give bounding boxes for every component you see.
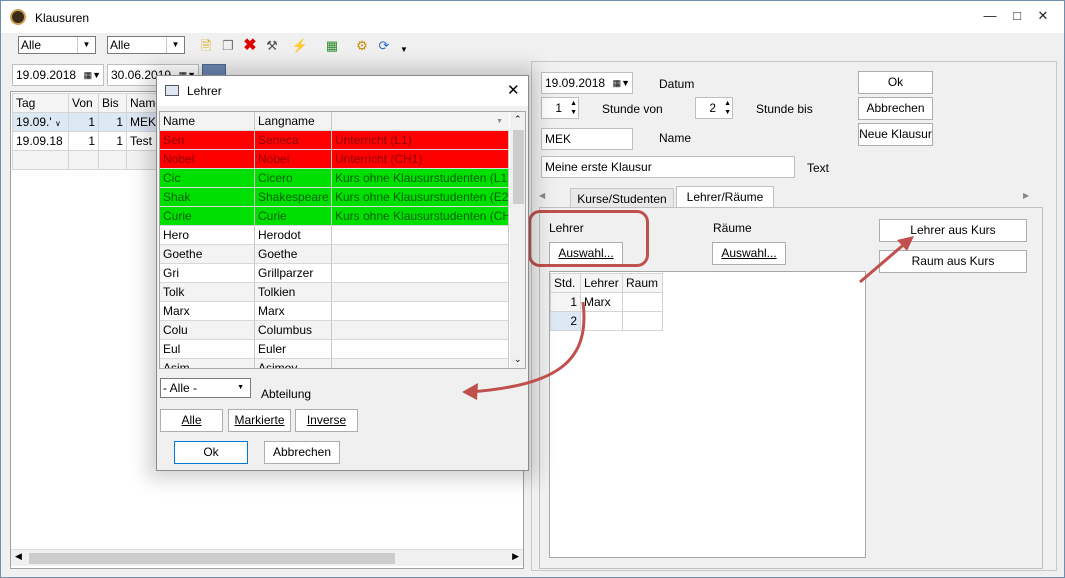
arrow-line	[859, 239, 909, 284]
arrow-curve	[469, 301, 586, 394]
annotation-arrows	[462, 236, 914, 400]
arrow-head-left	[462, 383, 478, 400]
